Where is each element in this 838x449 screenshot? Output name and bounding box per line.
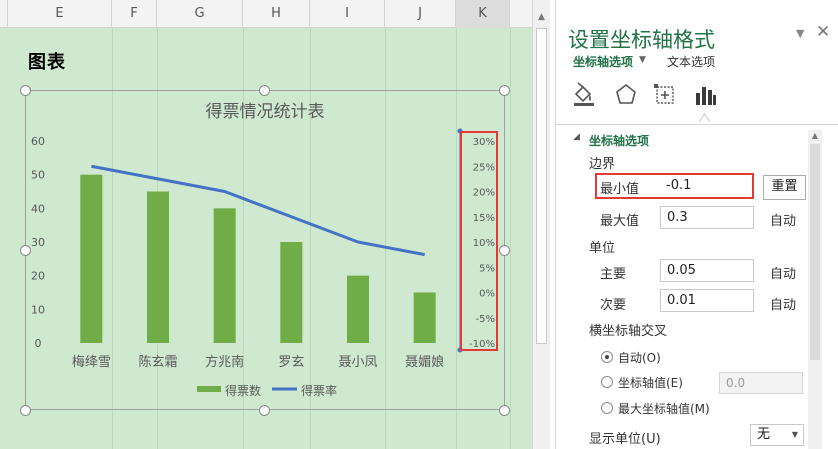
- pane-divider: [556, 124, 838, 125]
- left-axis-tick-label: 20: [31, 270, 45, 283]
- display-units-value: 无: [757, 427, 771, 442]
- combo-chart[interactable]: 得票情况统计表 6050403020100 30%25%20%15%10%5%0…: [0, 0, 532, 449]
- category-label: 罗玄: [278, 355, 304, 370]
- max-label: 最大值: [600, 214, 640, 229]
- min-value-input[interactable]: -0.1: [660, 176, 751, 197]
- legend-label-votes[interactable]: 得票数: [225, 383, 261, 398]
- cross-max-radio[interactable]: [601, 402, 613, 414]
- major-label: 主要: [600, 267, 627, 282]
- left-axis-tick-label: 0: [35, 337, 42, 350]
- secondary-axis-highlight: [460, 131, 498, 351]
- cross-auto-radio[interactable]: [601, 351, 613, 363]
- cross-label: 横坐标轴交叉: [589, 324, 668, 339]
- legend-swatch-bar: [197, 386, 221, 392]
- category-label: 陈玄霜: [138, 354, 177, 370]
- bar-votes[interactable]: [80, 174, 103, 343]
- minor-label: 次要: [600, 298, 627, 313]
- left-axis-tick-label: 50: [31, 169, 45, 182]
- pane-title: 设置坐标轴格式: [568, 28, 715, 52]
- pane-vertical-scrollbar[interactable]: ▲: [808, 130, 822, 449]
- bar-votes[interactable]: [347, 275, 369, 343]
- category-label: 梅绛雪: [72, 355, 111, 370]
- fill-line-icon[interactable]: [571, 82, 597, 108]
- units-label: 单位: [589, 241, 616, 256]
- section-axis-options[interactable]: 坐标轴选项: [589, 132, 649, 149]
- tab-axis-options[interactable]: 坐标轴选项: [573, 53, 633, 70]
- display-units-select[interactable]: 无 ▼: [750, 424, 804, 446]
- pane-options-dropdown-icon[interactable]: ▼: [796, 27, 804, 40]
- size-properties-icon[interactable]: [652, 82, 678, 108]
- bounds-label: 边界: [589, 157, 616, 172]
- cross-value-input[interactable]: 0.0: [719, 372, 803, 394]
- sheet-vertical-scrollbar[interactable]: ▲: [532, 0, 550, 449]
- category-label: 聂小凤: [338, 355, 377, 370]
- minor-auto-label[interactable]: 自动: [770, 294, 796, 313]
- category-label: 方兆南: [205, 354, 244, 370]
- left-axis-tick-label: 10: [31, 303, 45, 316]
- max-auto-label[interactable]: 自动: [770, 210, 796, 229]
- category-label: 聂媚娘: [405, 355, 444, 370]
- collapse-caret-icon[interactable]: ◢: [573, 132, 580, 142]
- bar-votes[interactable]: [413, 292, 436, 344]
- max-value-input[interactable]: 0.3: [660, 206, 754, 229]
- chevron-down-icon: ▼: [791, 430, 798, 439]
- scroll-up-icon[interactable]: ▲: [808, 130, 822, 142]
- minor-unit-input[interactable]: 0.01: [660, 289, 754, 312]
- bar-votes[interactable]: [213, 208, 236, 343]
- cross-auto-label[interactable]: 自动(O): [618, 349, 661, 366]
- radio-selected-dot: [605, 355, 609, 359]
- chart-title[interactable]: 得票情况统计表: [206, 102, 325, 122]
- sheet-scroll-thumb[interactable]: [536, 28, 547, 344]
- bar-votes[interactable]: [280, 242, 303, 343]
- left-axis-tick-label: 30: [31, 236, 45, 249]
- format-axis-pane: 设置坐标轴格式 ▼ ✕ 坐标轴选项 ▼ 文本选项 ◢ 坐标轴选项 边界 最小值 …: [555, 0, 838, 449]
- min-label: 最小值: [600, 182, 640, 197]
- cross-max-label[interactable]: 最大坐标轴值(M): [618, 400, 710, 417]
- display-units-label: 显示单位(U): [589, 432, 661, 447]
- left-axis-tick-label: 60: [31, 135, 45, 148]
- tab-text-options[interactable]: 文本选项: [667, 53, 715, 70]
- worksheet[interactable]: E F G H I J K 图表 得票情况统计表 60 50 40 30 20 10 0 3…: [0, 0, 550, 449]
- cross-value-label[interactable]: 坐标轴值(E): [618, 374, 683, 391]
- pane-scroll-thumb[interactable]: [810, 144, 820, 360]
- scroll-up-icon[interactable]: ▲: [533, 10, 550, 24]
- reset-button[interactable]: 重置: [763, 175, 806, 200]
- line-vote-rate[interactable]: [91, 164, 425, 257]
- selected-tab-marker-icon: [699, 113, 710, 122]
- major-unit-input[interactable]: 0.05: [660, 259, 754, 282]
- close-icon[interactable]: ✕: [816, 22, 830, 42]
- legend-label-rate[interactable]: 得票率: [301, 383, 337, 398]
- axis-options-icon[interactable]: [692, 82, 718, 108]
- bar-votes[interactable]: [147, 191, 169, 344]
- chevron-down-icon[interactable]: ▼: [639, 55, 646, 65]
- left-axis-tick-label: 40: [31, 202, 45, 215]
- cross-value-radio[interactable]: [601, 376, 613, 388]
- effects-icon[interactable]: [613, 82, 639, 108]
- major-auto-label[interactable]: 自动: [770, 263, 796, 282]
